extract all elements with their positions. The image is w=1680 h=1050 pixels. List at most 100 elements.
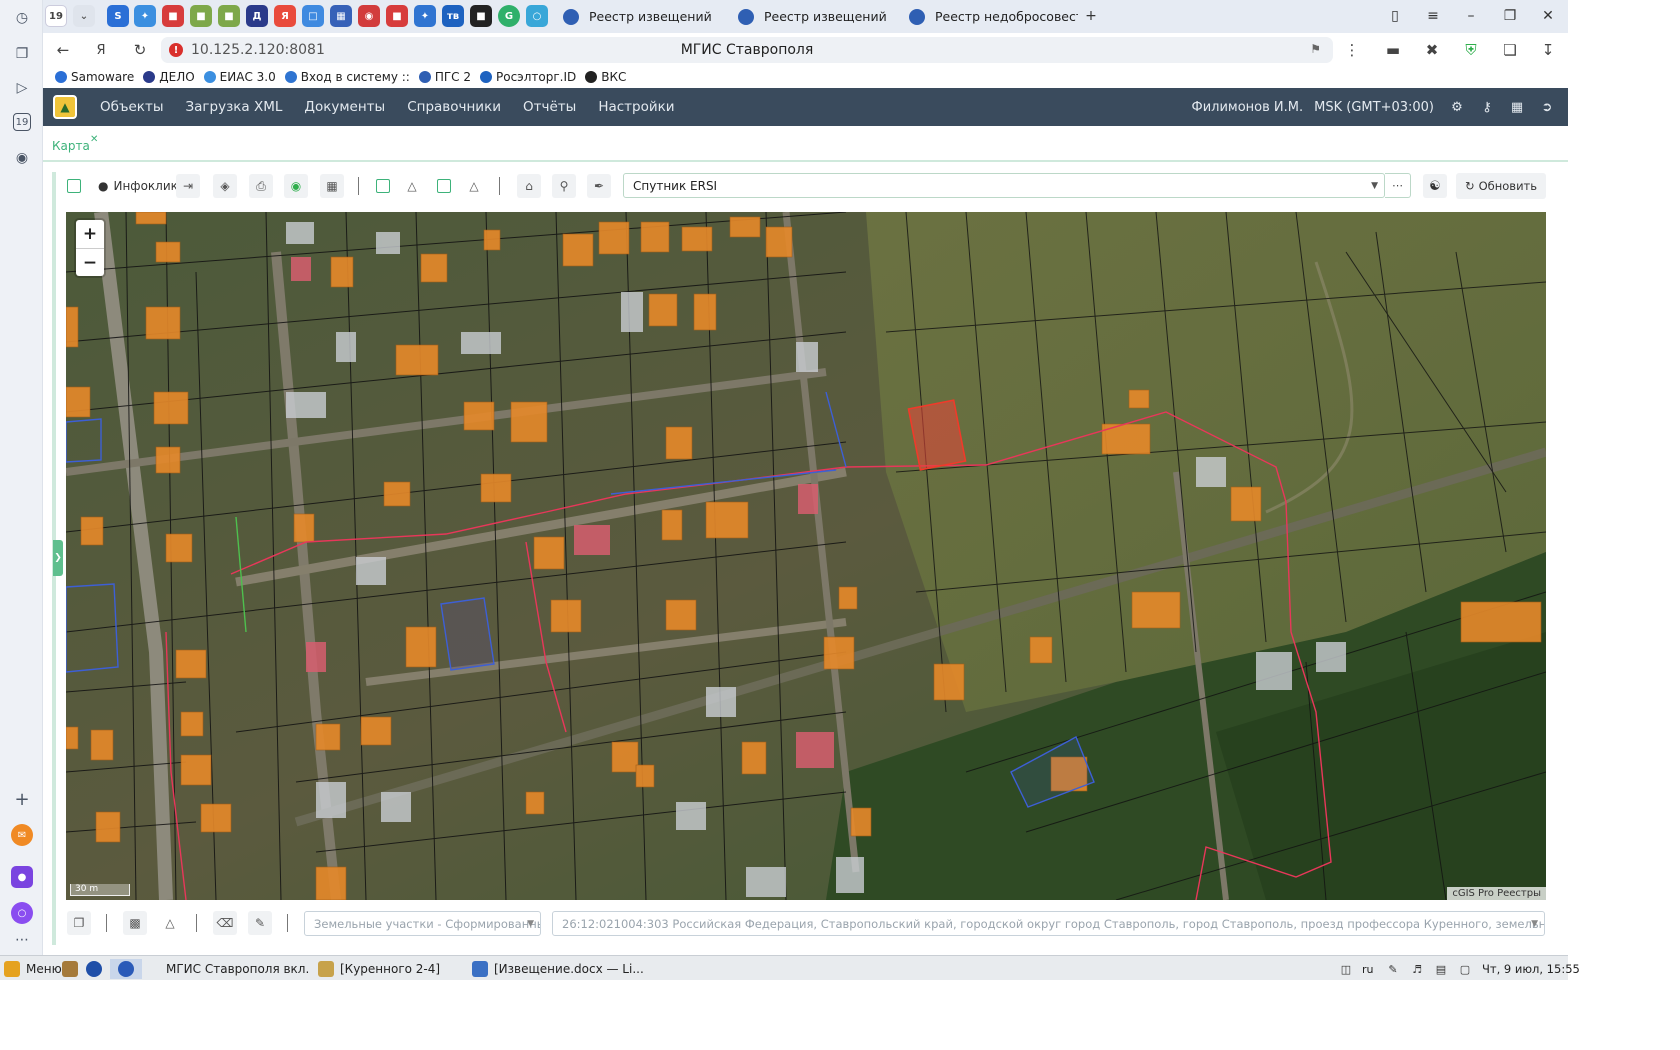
bookmark-eias[interactable]: ЕИАС 3.0 bbox=[203, 70, 276, 84]
tabs-dropdown-icon[interactable]: ⌄ bbox=[73, 5, 95, 27]
close-tab-icon[interactable]: ✕ bbox=[90, 134, 98, 145]
yandex-browser-icon[interactable] bbox=[110, 959, 142, 979]
edit-icon[interactable]: ✎ bbox=[248, 911, 272, 935]
polygon-tool-icon[interactable]: △ bbox=[400, 174, 424, 198]
bookmarks-panel-icon[interactable]: ▯ bbox=[1384, 6, 1406, 26]
bookmark-vks[interactable]: ВКС bbox=[585, 70, 626, 84]
zoom-out-button[interactable]: − bbox=[76, 248, 104, 276]
tab-map[interactable]: Карта bbox=[52, 139, 90, 153]
collections-icon[interactable]: ❐ bbox=[11, 43, 33, 65]
taskbar-window-docx[interactable]: [Извещение.docx — Li... bbox=[472, 959, 644, 979]
back-arrow-icon[interactable]: ← bbox=[52, 39, 74, 61]
pinned-tab-icon[interactable]: ■ bbox=[470, 5, 492, 27]
pencil-tray-icon[interactable]: ✎ bbox=[1384, 960, 1402, 978]
key-icon[interactable]: ⚷ bbox=[1478, 98, 1496, 116]
more-options-button[interactable]: ⋯ bbox=[1385, 173, 1411, 198]
grid-apps-icon[interactable]: ▦ bbox=[1508, 98, 1526, 116]
bookmark-roseltorg[interactable]: Росэлторг.ID bbox=[480, 70, 576, 84]
menu-references[interactable]: Справочники bbox=[407, 99, 501, 115]
pinned-tab-icon[interactable]: G bbox=[498, 5, 520, 27]
start-menu-button[interactable]: Меню bbox=[4, 959, 62, 979]
keyboard-layout[interactable]: ru bbox=[1362, 959, 1374, 979]
pinned-tab-icon[interactable]: ✦ bbox=[134, 5, 156, 27]
taskbar-window-folder[interactable]: [Куренного 2-4] bbox=[318, 959, 440, 979]
print-icon[interactable]: ⎙ bbox=[249, 174, 273, 198]
layers-icon[interactable]: ◈ bbox=[213, 174, 237, 198]
assistant-app-icon[interactable]: ○ bbox=[11, 902, 33, 924]
extension-icon[interactable]: ▬ bbox=[1382, 39, 1404, 61]
basemap-select[interactable]: Спутник ERSI ▼ bbox=[623, 173, 1385, 198]
extensions-puzzle-icon[interactable]: ❏ bbox=[1499, 39, 1521, 61]
taskbar-window-mgis[interactable]: МГИС Ставрополя вкл... bbox=[160, 959, 310, 979]
timezone-label[interactable]: MSK (GMT+03:00) bbox=[1314, 100, 1434, 115]
pinned-tab-icon[interactable]: ▦ bbox=[330, 5, 352, 27]
refresh-button[interactable]: ↻ Обновить bbox=[1456, 173, 1546, 199]
more-vertical-icon[interactable]: ⋮ bbox=[1341, 39, 1363, 61]
tab-registry-3[interactable]: Реестр недобросовестны bbox=[903, 3, 1078, 30]
home-extent-icon[interactable]: ⌂ bbox=[517, 174, 541, 198]
pinned-tab-icon[interactable]: S bbox=[107, 5, 129, 27]
bookmark-samoware[interactable]: Samoware bbox=[55, 70, 134, 84]
import-icon[interactable]: ⇥ bbox=[176, 174, 200, 198]
menu-objects[interactable]: Объекты bbox=[100, 99, 163, 115]
pinned-tab-icon[interactable]: тв bbox=[442, 5, 464, 27]
calendar-icon[interactable]: 19 bbox=[13, 113, 31, 131]
polygon-select-icon[interactable]: △ bbox=[462, 174, 486, 198]
history-clock-icon[interactable]: ◷ bbox=[11, 7, 33, 29]
bookmark-icon[interactable]: ⚑ bbox=[1310, 42, 1321, 56]
tab-registry-1[interactable]: Реестр извещений bbox=[557, 3, 727, 30]
extension-icon[interactable]: ✖ bbox=[1421, 39, 1443, 61]
volume-icon[interactable]: ♬ bbox=[1408, 960, 1426, 978]
user-name[interactable]: Филимонов И.М. bbox=[1192, 100, 1304, 115]
play-icon[interactable]: ▷ bbox=[11, 77, 33, 99]
menu-documents[interactable]: Документы bbox=[304, 99, 385, 115]
grid-icon[interactable]: ▦ bbox=[320, 174, 344, 198]
gear-icon[interactable]: ⚙ bbox=[1448, 98, 1466, 116]
network-icon[interactable]: ◫ bbox=[1337, 960, 1355, 978]
yandex-logo-icon[interactable]: Я bbox=[90, 39, 112, 61]
more-dots-icon[interactable]: ⋯ bbox=[11, 929, 33, 951]
bookmark-login[interactable]: Вход в систему :: bbox=[284, 70, 410, 84]
selected-parcel-select[interactable]: 26:12:021004:303 Российская Федерация, С… bbox=[552, 911, 1545, 936]
menu-reports[interactable]: Отчёты bbox=[523, 99, 576, 115]
restore-icon[interactable]: ❐ bbox=[1499, 6, 1521, 26]
reload-icon[interactable]: ↻ bbox=[129, 39, 151, 61]
pinned-tab-icon[interactable]: Д bbox=[246, 5, 268, 27]
toggle-checkbox[interactable] bbox=[437, 179, 451, 193]
layer-filter-select[interactable]: Земельные участки - Сформированные ▼ bbox=[304, 911, 541, 936]
expand-panel-chevron-icon[interactable]: ❯ bbox=[53, 540, 63, 576]
brush-icon[interactable]: ✒ bbox=[587, 174, 611, 198]
map-canvas[interactable]: + − 30 m cGIS Pro Реестры bbox=[66, 212, 1546, 900]
camera-icon[interactable]: ◉ bbox=[11, 147, 33, 169]
copy-icon[interactable]: ❐ bbox=[67, 911, 91, 935]
infoclick-button[interactable]: ● Инфоклик bbox=[98, 179, 178, 193]
menu-settings[interactable]: Настройки bbox=[598, 99, 674, 115]
pinned-tab-icon[interactable]: ■ bbox=[190, 5, 212, 27]
map-attribution[interactable]: cGIS Pro Реестры bbox=[1447, 887, 1546, 900]
new-tab-plus-icon[interactable]: + bbox=[1080, 6, 1102, 26]
pinned-tab-icon[interactable]: ■ bbox=[162, 5, 184, 27]
shield-icon[interactable]: ⛨ bbox=[1460, 39, 1482, 61]
pinned-tab-icon[interactable]: ■ bbox=[386, 5, 408, 27]
pinned-tab-icon[interactable]: ✦ bbox=[414, 5, 436, 27]
messenger-app-icon[interactable]: ● bbox=[11, 866, 33, 888]
toggle-checkbox[interactable] bbox=[376, 179, 390, 193]
clipboard-icon[interactable]: ▤ bbox=[1432, 960, 1450, 978]
pinned-tab-icon[interactable]: ◉ bbox=[358, 5, 380, 27]
bookmark-delo[interactable]: ДЕЛО bbox=[143, 70, 195, 84]
bookmark-pgs2[interactable]: ПГС 2 bbox=[418, 70, 471, 84]
globe-icon[interactable]: ☯ bbox=[1423, 174, 1447, 198]
pinned-tab-icon[interactable]: ■ bbox=[218, 5, 240, 27]
tab-counter-badge[interactable]: 19 bbox=[45, 5, 67, 27]
display-icon[interactable]: ▢ bbox=[1456, 960, 1474, 978]
menu-xml-upload[interactable]: Загрузка XML bbox=[185, 99, 282, 115]
search-zoom-icon[interactable]: ⚲ bbox=[552, 174, 576, 198]
eraser-icon[interactable]: ⌫ bbox=[213, 911, 237, 935]
minimize-icon[interactable]: – bbox=[1460, 6, 1482, 26]
select-area-icon[interactable]: ▩ bbox=[123, 911, 147, 935]
zoom-in-button[interactable]: + bbox=[76, 220, 104, 248]
tab-registry-2[interactable]: Реестр извещений bbox=[732, 3, 902, 30]
pinned-tab-icon[interactable]: ○ bbox=[526, 5, 548, 27]
city-logo-icon[interactable]: ▲ bbox=[53, 95, 77, 119]
mail-app-icon[interactable]: ✉ bbox=[11, 824, 33, 846]
